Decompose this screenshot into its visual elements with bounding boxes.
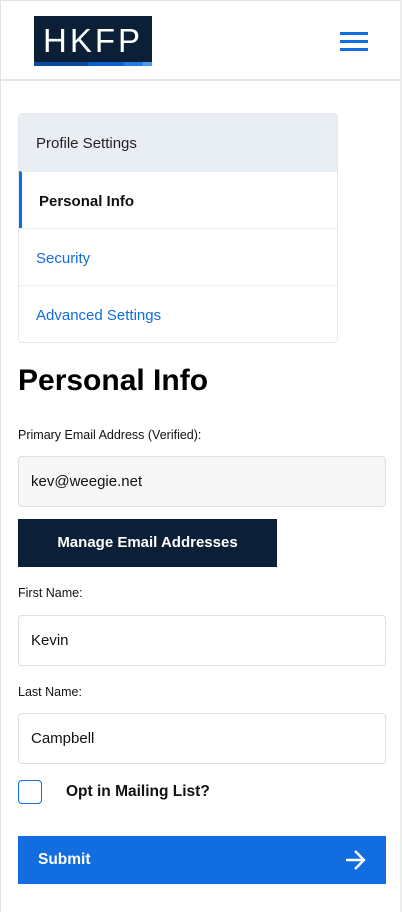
- hamburger-menu-icon[interactable]: [340, 32, 368, 52]
- nav-item-security[interactable]: Security: [19, 228, 337, 285]
- site-header: HKFP: [1, 0, 400, 81]
- logo-text: HKFP: [42, 22, 143, 59]
- nav-item-personal-info[interactable]: Personal Info: [19, 171, 337, 228]
- email-field[interactable]: kev@weegie.net: [18, 456, 386, 507]
- email-label: Primary Email Address (Verified):: [18, 428, 202, 442]
- hkfp-logo[interactable]: HKFP: [34, 16, 152, 66]
- first-name-field[interactable]: Kevin: [18, 615, 386, 666]
- arrow-right-icon: [346, 850, 366, 870]
- submit-label: Submit: [38, 851, 91, 868]
- manage-email-addresses-button[interactable]: Manage Email Addresses: [18, 519, 277, 567]
- first-name-label: First Name:: [18, 586, 83, 600]
- mailing-list-label[interactable]: Opt in Mailing List?: [66, 783, 210, 801]
- page-title: Personal Info: [18, 364, 209, 397]
- mailing-list-checkbox[interactable]: [18, 780, 42, 804]
- profile-settings-nav: Profile Settings Personal Info Security …: [18, 113, 338, 343]
- submit-button[interactable]: Submit: [18, 836, 386, 884]
- last-name-label: Last Name:: [18, 685, 82, 699]
- logo-bar: [34, 62, 152, 66]
- nav-item-advanced-settings[interactable]: Advanced Settings: [19, 285, 337, 342]
- nav-title: Profile Settings: [19, 114, 337, 171]
- last-name-field[interactable]: Campbell: [18, 713, 386, 764]
